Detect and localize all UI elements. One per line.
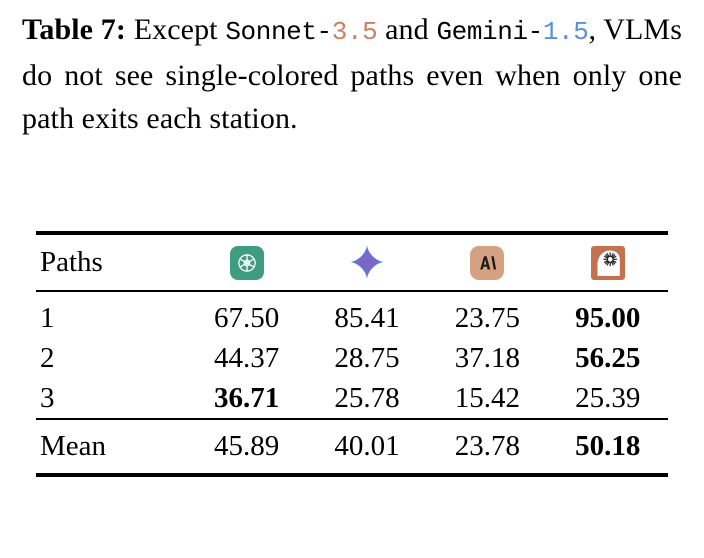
table-header: Paths xyxy=(36,229,668,291)
cell-gemini: 25.78 xyxy=(334,382,400,414)
row-label: 2 xyxy=(40,342,55,374)
cell-gemini: 85.41 xyxy=(334,302,400,334)
caption-model-sonnet-name: Sonnet- xyxy=(225,17,332,47)
llava-head-icon xyxy=(590,245,625,280)
column-header-claude xyxy=(427,233,547,291)
column-header-paths: Paths xyxy=(40,245,103,278)
results-table: Paths 1 67.50 85.41 23.75 95.00 2 44.37 … xyxy=(36,229,668,479)
summary-row-label: Mean xyxy=(40,430,107,462)
summary-cell-claude: 23.78 xyxy=(454,430,521,462)
row-label: 1 xyxy=(40,302,55,334)
table-row: 2 44.37 28.75 37.18 56.25 xyxy=(36,338,668,378)
column-header-llava xyxy=(548,233,668,291)
claude-logo-icon xyxy=(470,245,505,280)
results-table-wrapper: Paths 1 67.50 85.41 23.75 95.00 2 44.37 … xyxy=(36,229,668,479)
cell-llava: 56.25 xyxy=(575,342,641,374)
column-header-gemini xyxy=(307,233,427,291)
cell-openai: 36.71 xyxy=(214,382,280,414)
cell-llava: 25.39 xyxy=(575,382,641,414)
cell-gemini: 28.75 xyxy=(334,342,400,374)
cell-llava: 95.00 xyxy=(575,302,641,334)
gemini-star-icon xyxy=(348,243,386,281)
summary-cell-llava: 50.18 xyxy=(575,430,641,462)
cell-claude: 23.75 xyxy=(454,302,521,334)
cell-claude: 37.18 xyxy=(454,342,521,374)
table-figure-page: Table 7: Except Sonnet-3.5 and Gemini-1.… xyxy=(0,0,704,558)
openai-logo-icon xyxy=(229,245,264,280)
table-caption: Table 7: Except Sonnet-3.5 and Gemini-1.… xyxy=(22,8,682,140)
cell-openai: 44.37 xyxy=(214,342,280,374)
cell-openai: 67.50 xyxy=(214,302,280,334)
cell-claude: 15.42 xyxy=(454,382,521,414)
table-header-row: Paths xyxy=(36,233,668,291)
row-label: 3 xyxy=(40,382,55,414)
caption-conjunction: and xyxy=(385,13,429,46)
summary-cell-openai: 45.89 xyxy=(214,430,280,462)
table-summary-row: Mean 45.89 40.01 23.78 50.18 xyxy=(36,419,668,475)
summary-cell-gemini: 40.01 xyxy=(334,430,400,462)
caption-model-sonnet-version: 3.5 xyxy=(331,17,378,47)
caption-model-gemini-name: Gemini- xyxy=(436,17,543,47)
table-row: 1 67.50 85.41 23.75 95.00 xyxy=(36,291,668,338)
table-row: 3 36.71 25.78 15.42 25.39 xyxy=(36,378,668,419)
table-body: 1 67.50 85.41 23.75 95.00 2 44.37 28.75 … xyxy=(36,291,668,479)
caption-text-1: Except xyxy=(133,13,218,46)
table-bottom-rule xyxy=(36,475,668,479)
caption-table-label: Table 7: xyxy=(22,13,126,46)
column-header-openai xyxy=(186,233,306,291)
caption-model-gemini-version: 1.5 xyxy=(542,17,589,47)
